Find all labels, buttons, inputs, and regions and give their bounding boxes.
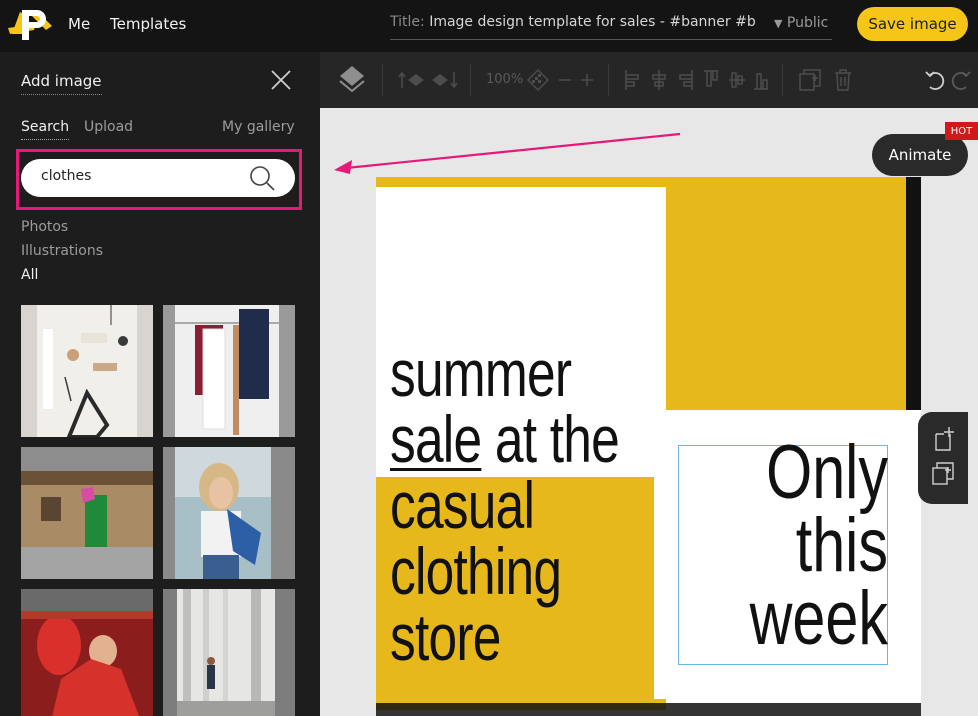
title-input[interactable]: Image design template for sales - #banne… <box>429 14 756 30</box>
align-middle-icon[interactable] <box>728 68 746 92</box>
subline-line: this <box>795 503 888 588</box>
add-page-icon[interactable] <box>930 426 956 452</box>
hot-badge: HOT <box>945 122 978 140</box>
zoom-out-icon[interactable] <box>556 68 574 92</box>
tab-my-gallery[interactable]: My gallery <box>222 119 295 135</box>
editor-toolbar: 100% <box>320 52 978 108</box>
title-label: Title: <box>390 14 425 30</box>
align-bottom-icon[interactable] <box>752 68 770 92</box>
toolbar-divider <box>782 64 783 96</box>
tab-upload[interactable]: Upload <box>84 119 133 135</box>
duplicate-page-icon[interactable] <box>930 460 956 486</box>
layers-icon[interactable] <box>338 64 366 94</box>
align-left-icon[interactable] <box>624 68 642 92</box>
animate-button[interactable]: Animate <box>872 134 968 176</box>
panel-title: Add image <box>21 72 102 95</box>
headline-line: store <box>390 600 501 674</box>
image-result-thumbnail[interactable] <box>163 305 295 437</box>
visibility-label: Public <box>786 15 829 31</box>
toolbar-divider <box>382 64 383 96</box>
headline-underlined-word: sale <box>390 402 482 476</box>
undo-icon[interactable] <box>924 68 946 92</box>
top-bar: Me Templates Title: Image design templat… <box>0 0 978 52</box>
tab-search[interactable]: Search <box>21 119 70 140</box>
filter-photos[interactable]: Photos <box>21 219 68 235</box>
headline-line: casual <box>390 468 535 542</box>
trash-icon[interactable] <box>832 68 854 92</box>
zoom-level: 100% <box>486 72 524 87</box>
chevron-down-icon: ▼ <box>774 17 783 30</box>
align-center-icon[interactable] <box>650 68 668 92</box>
headline-line: summer <box>390 336 572 410</box>
subline-text[interactable]: Only this week <box>724 430 888 661</box>
save-button[interactable]: Save image <box>857 7 968 41</box>
nav-me[interactable]: Me <box>68 15 90 33</box>
image-result-thumbnail[interactable] <box>21 447 153 579</box>
align-right-icon[interactable] <box>676 68 694 92</box>
title-field[interactable]: Title: Image design template for sales -… <box>390 14 832 40</box>
close-icon[interactable] <box>270 69 292 91</box>
send-backward-icon[interactable] <box>430 68 460 92</box>
filter-all[interactable]: All <box>21 267 38 283</box>
nav-templates[interactable]: Templates <box>110 15 186 33</box>
headline-line: clothing <box>390 534 562 608</box>
duplicate-icon[interactable] <box>798 68 822 92</box>
toolbar-divider <box>470 64 471 96</box>
transparency-icon[interactable] <box>527 68 549 92</box>
image-result-thumbnail[interactable] <box>21 589 153 716</box>
add-image-panel: Add image Search Upload My gallery Photo… <box>0 52 320 716</box>
app-logo[interactable] <box>6 4 58 46</box>
search-icon[interactable] <box>249 165 275 191</box>
zoom-in-icon[interactable] <box>578 68 596 92</box>
search-box <box>21 159 295 197</box>
annotation-arrow-icon <box>334 132 681 174</box>
visibility-dropdown[interactable]: ▼ Public <box>770 15 829 39</box>
side-tools-panel <box>918 412 968 504</box>
bring-forward-icon[interactable] <box>398 68 428 92</box>
toolbar-divider <box>608 64 609 96</box>
image-result-thumbnail[interactable] <box>163 447 295 579</box>
subline-line: week <box>749 576 888 661</box>
image-result-thumbnail[interactable] <box>21 305 153 437</box>
redo-icon[interactable] <box>950 68 972 92</box>
filter-illustrations[interactable]: Illustrations <box>21 243 103 259</box>
headline-text[interactable]: summer sale at the casual clothing store <box>390 336 620 674</box>
image-result-thumbnail[interactable] <box>163 589 295 716</box>
subline-line: Only <box>766 430 888 515</box>
search-input[interactable] <box>41 168 241 184</box>
headline-line: at the <box>494 402 620 476</box>
align-top-icon[interactable] <box>702 68 720 92</box>
